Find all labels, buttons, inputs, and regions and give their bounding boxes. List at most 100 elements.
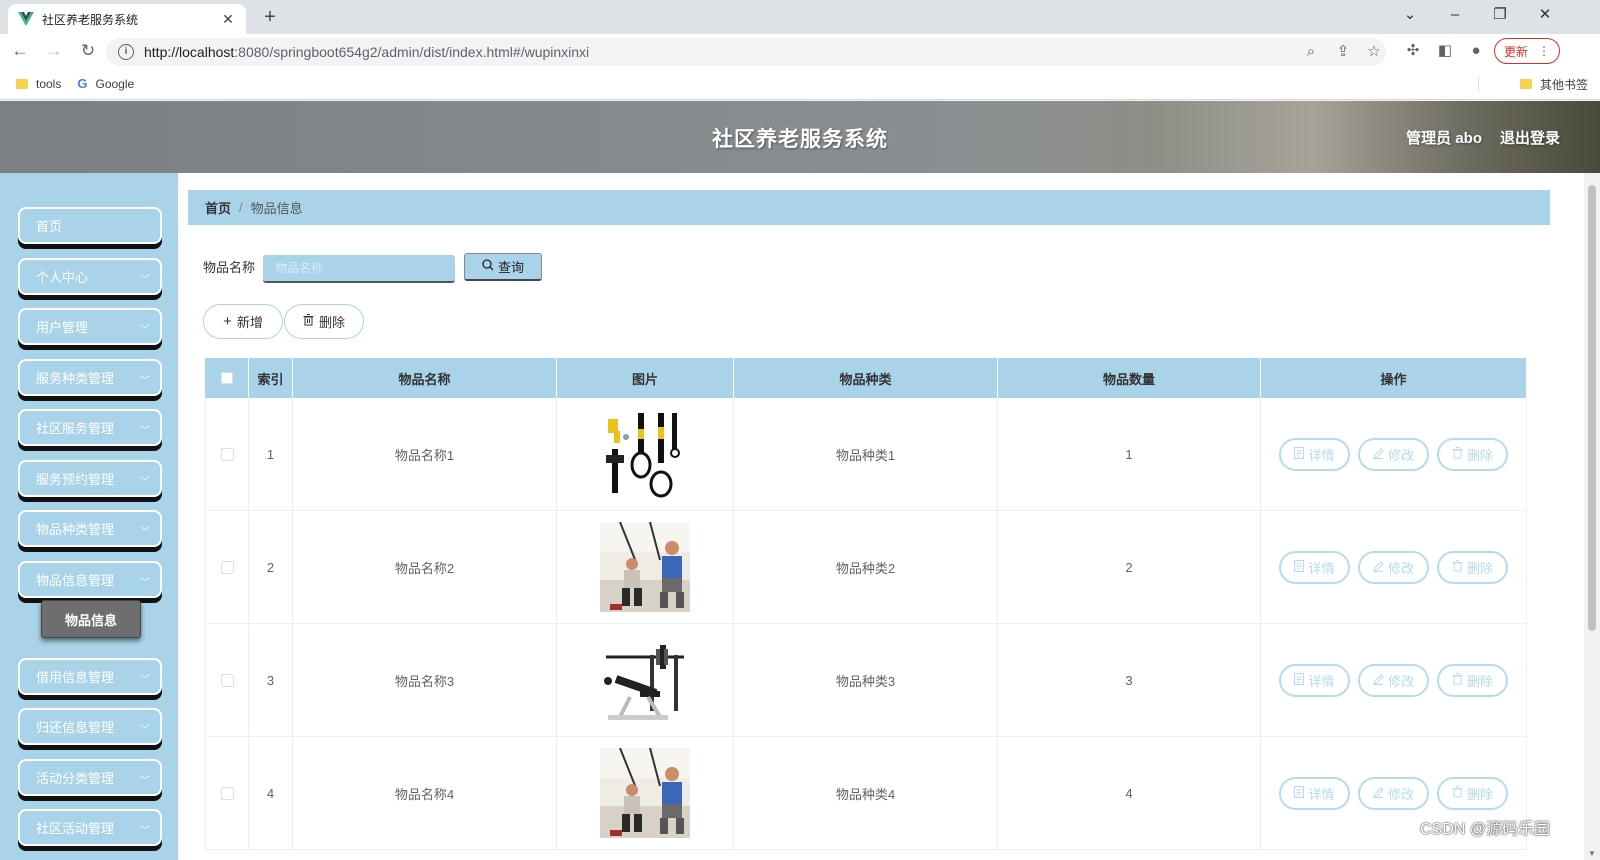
row-delete-button[interactable]: 删除 [1437,437,1508,471]
row-checkbox[interactable] [220,673,234,687]
detail-button[interactable]: 详情 [1279,550,1350,584]
header-category: 物品种类 [734,358,998,398]
detail-button[interactable]: 详情 [1279,776,1350,810]
url-text: http://localhost:8080/springboot654g2/ad… [144,44,590,60]
sidebar-item-label: 社区服务管理 [36,421,115,436]
chevron-down-icon: ﹀ [140,426,150,437]
update-button[interactable]: 更新 ⋮ [1494,38,1560,64]
select-all-checkbox[interactable] [220,372,233,384]
bookmarks-bar: tools G Google 其他书签 [0,68,1600,100]
document-icon [1294,559,1305,575]
row-checkbox[interactable] [220,447,234,461]
bookmark-star-icon[interactable]: ☆ [1365,43,1383,61]
tab-close-icon[interactable]: ✕ [220,11,236,28]
plus-icon: + [223,313,232,330]
close-window-icon[interactable]: ✕ [1530,4,1560,28]
logout-link[interactable]: 退出登录 [1500,127,1560,148]
search-input[interactable] [263,255,455,283]
scroll-down-icon[interactable]: ▼ [1588,849,1596,858]
search-label: 物品名称 [203,260,256,275]
item-image [600,522,690,612]
cell-category: 物品种类3 [734,624,998,736]
zoom-icon[interactable]: ⌕ [1302,43,1320,61]
edit-button[interactable]: 修改 [1358,663,1429,697]
table-header: 索引 物品名称 图片 物品种类 物品数量 操作 [205,358,1527,398]
row-delete-button[interactable]: 删除 [1437,776,1508,810]
sidebar-item-community-activities[interactable]: 社区活动管理 ﹀ [18,809,162,846]
cell-index: 3 [249,624,293,736]
sidebar-item-borrow[interactable]: 借用信息管理 ﹀ [18,658,162,695]
share-icon[interactable]: ⇪ [1334,43,1352,61]
bookmark-tools[interactable]: tools [16,77,61,91]
trash-icon [1452,672,1463,688]
cell-actions: 详情 修改 删除 [1261,398,1527,510]
profile-icon[interactable]: ● [1465,37,1487,65]
edit-button[interactable]: 修改 [1358,437,1429,471]
app-header: 社区养老服务系统 管理员 abo 退出登录 [0,101,1600,173]
row-delete-button[interactable]: 删除 [1437,550,1508,584]
detail-button[interactable]: 详情 [1279,663,1350,697]
detail-label: 详情 [1308,786,1335,802]
side-panel-icon[interactable]: ◧ [1434,37,1456,65]
submenu-item-info-active[interactable]: 物品信息 [41,600,141,638]
breadcrumb-home[interactable]: 首页 [205,198,231,217]
other-bookmarks[interactable]: 其他书签 [1519,68,1588,100]
sidebar-item-home[interactable]: 首页 [18,207,162,244]
tab-title: 社区养老服务系统 [42,12,139,27]
cell-name: 物品名称4 [293,737,557,849]
sidebar-item-activity-types[interactable]: 活动分类管理 ﹀ [18,759,162,796]
address-bar[interactable]: i http://localhost:8080/springboot654g2/… [106,38,1386,66]
forward-icon[interactable]: → [40,37,68,65]
sidebar-item-item-info[interactable]: 物品信息管理 ﹀ [18,561,162,598]
breadcrumb: 首页 / 物品信息 [188,190,1550,225]
add-button-label: 新增 [236,315,263,330]
delete-label: 删除 [1466,560,1493,576]
chevron-down-icon: ﹀ [140,675,150,686]
sidebar-item-profile[interactable]: 个人中心 ﹀ [18,258,162,295]
edit-button[interactable]: 修改 [1358,550,1429,584]
page-scrollbar[interactable]: ▼ [1584,173,1600,860]
extensions-icon[interactable]: ✣ [1402,37,1424,65]
cell-index: 1 [249,398,293,510]
trash-icon [303,314,314,329]
back-icon[interactable]: ← [6,37,34,65]
app-title: 社区养老服务系统 [712,128,888,151]
batch-delete-button[interactable]: 删除 [284,304,364,339]
minimize-icon[interactable]: – [1440,4,1470,28]
sidebar-item-community-services[interactable]: 社区服务管理 ﹀ [18,409,162,446]
bookmark-google[interactable]: G Google [77,76,134,91]
sidebar-item-service-booking[interactable]: 服务预约管理 ﹀ [18,460,162,497]
site-info-icon[interactable]: i [118,44,134,60]
chevron-down-icon: ﹀ [140,776,150,787]
table-row: 1 物品名称1 物品种类1 1 详情 修改 删除 [205,398,1527,511]
row-checkbox[interactable] [220,560,234,574]
sidebar-item-users[interactable]: 用户管理 ﹀ [18,308,162,345]
cell-index: 4 [249,737,293,849]
scrollbar-thumb[interactable] [1588,185,1596,631]
delete-label: 删除 [1466,786,1493,802]
sidebar-item-return[interactable]: 归还信息管理 ﹀ [18,708,162,745]
edit-label: 修改 [1387,786,1414,802]
row-select-cell [205,398,249,510]
document-icon [1294,672,1305,688]
sidebar-item-item-types[interactable]: 物品种类管理 ﹀ [18,510,162,547]
reload-icon[interactable]: ↻ [74,37,102,65]
row-checkbox[interactable] [220,786,234,800]
table-body: 1 物品名称1 物品种类1 1 详情 修改 删除 2 物品名称2 物品种类2 2… [205,398,1527,850]
detail-button[interactable]: 详情 [1279,437,1350,471]
row-delete-button[interactable]: 删除 [1437,663,1508,697]
tab-search-icon[interactable]: ⌄ [1395,4,1425,28]
watermark: CSDN @源码乐园 [1420,821,1551,838]
cell-category: 物品种类1 [734,398,998,510]
restore-icon[interactable]: ❐ [1485,4,1515,28]
cell-image [557,398,734,510]
browser-tab[interactable]: 社区养老服务系统 ✕ [8,4,246,34]
chevron-down-icon: ﹀ [140,325,150,336]
trash-icon [1452,559,1463,575]
new-tab-icon[interactable]: + [258,6,282,30]
sidebar-item-service-types[interactable]: 服务种类管理 ﹀ [18,359,162,396]
add-button[interactable]: + 新增 [203,304,283,339]
edit-button[interactable]: 修改 [1358,776,1429,810]
current-user: 管理员 abo [1406,130,1482,147]
query-button[interactable]: 查询 [464,253,542,281]
